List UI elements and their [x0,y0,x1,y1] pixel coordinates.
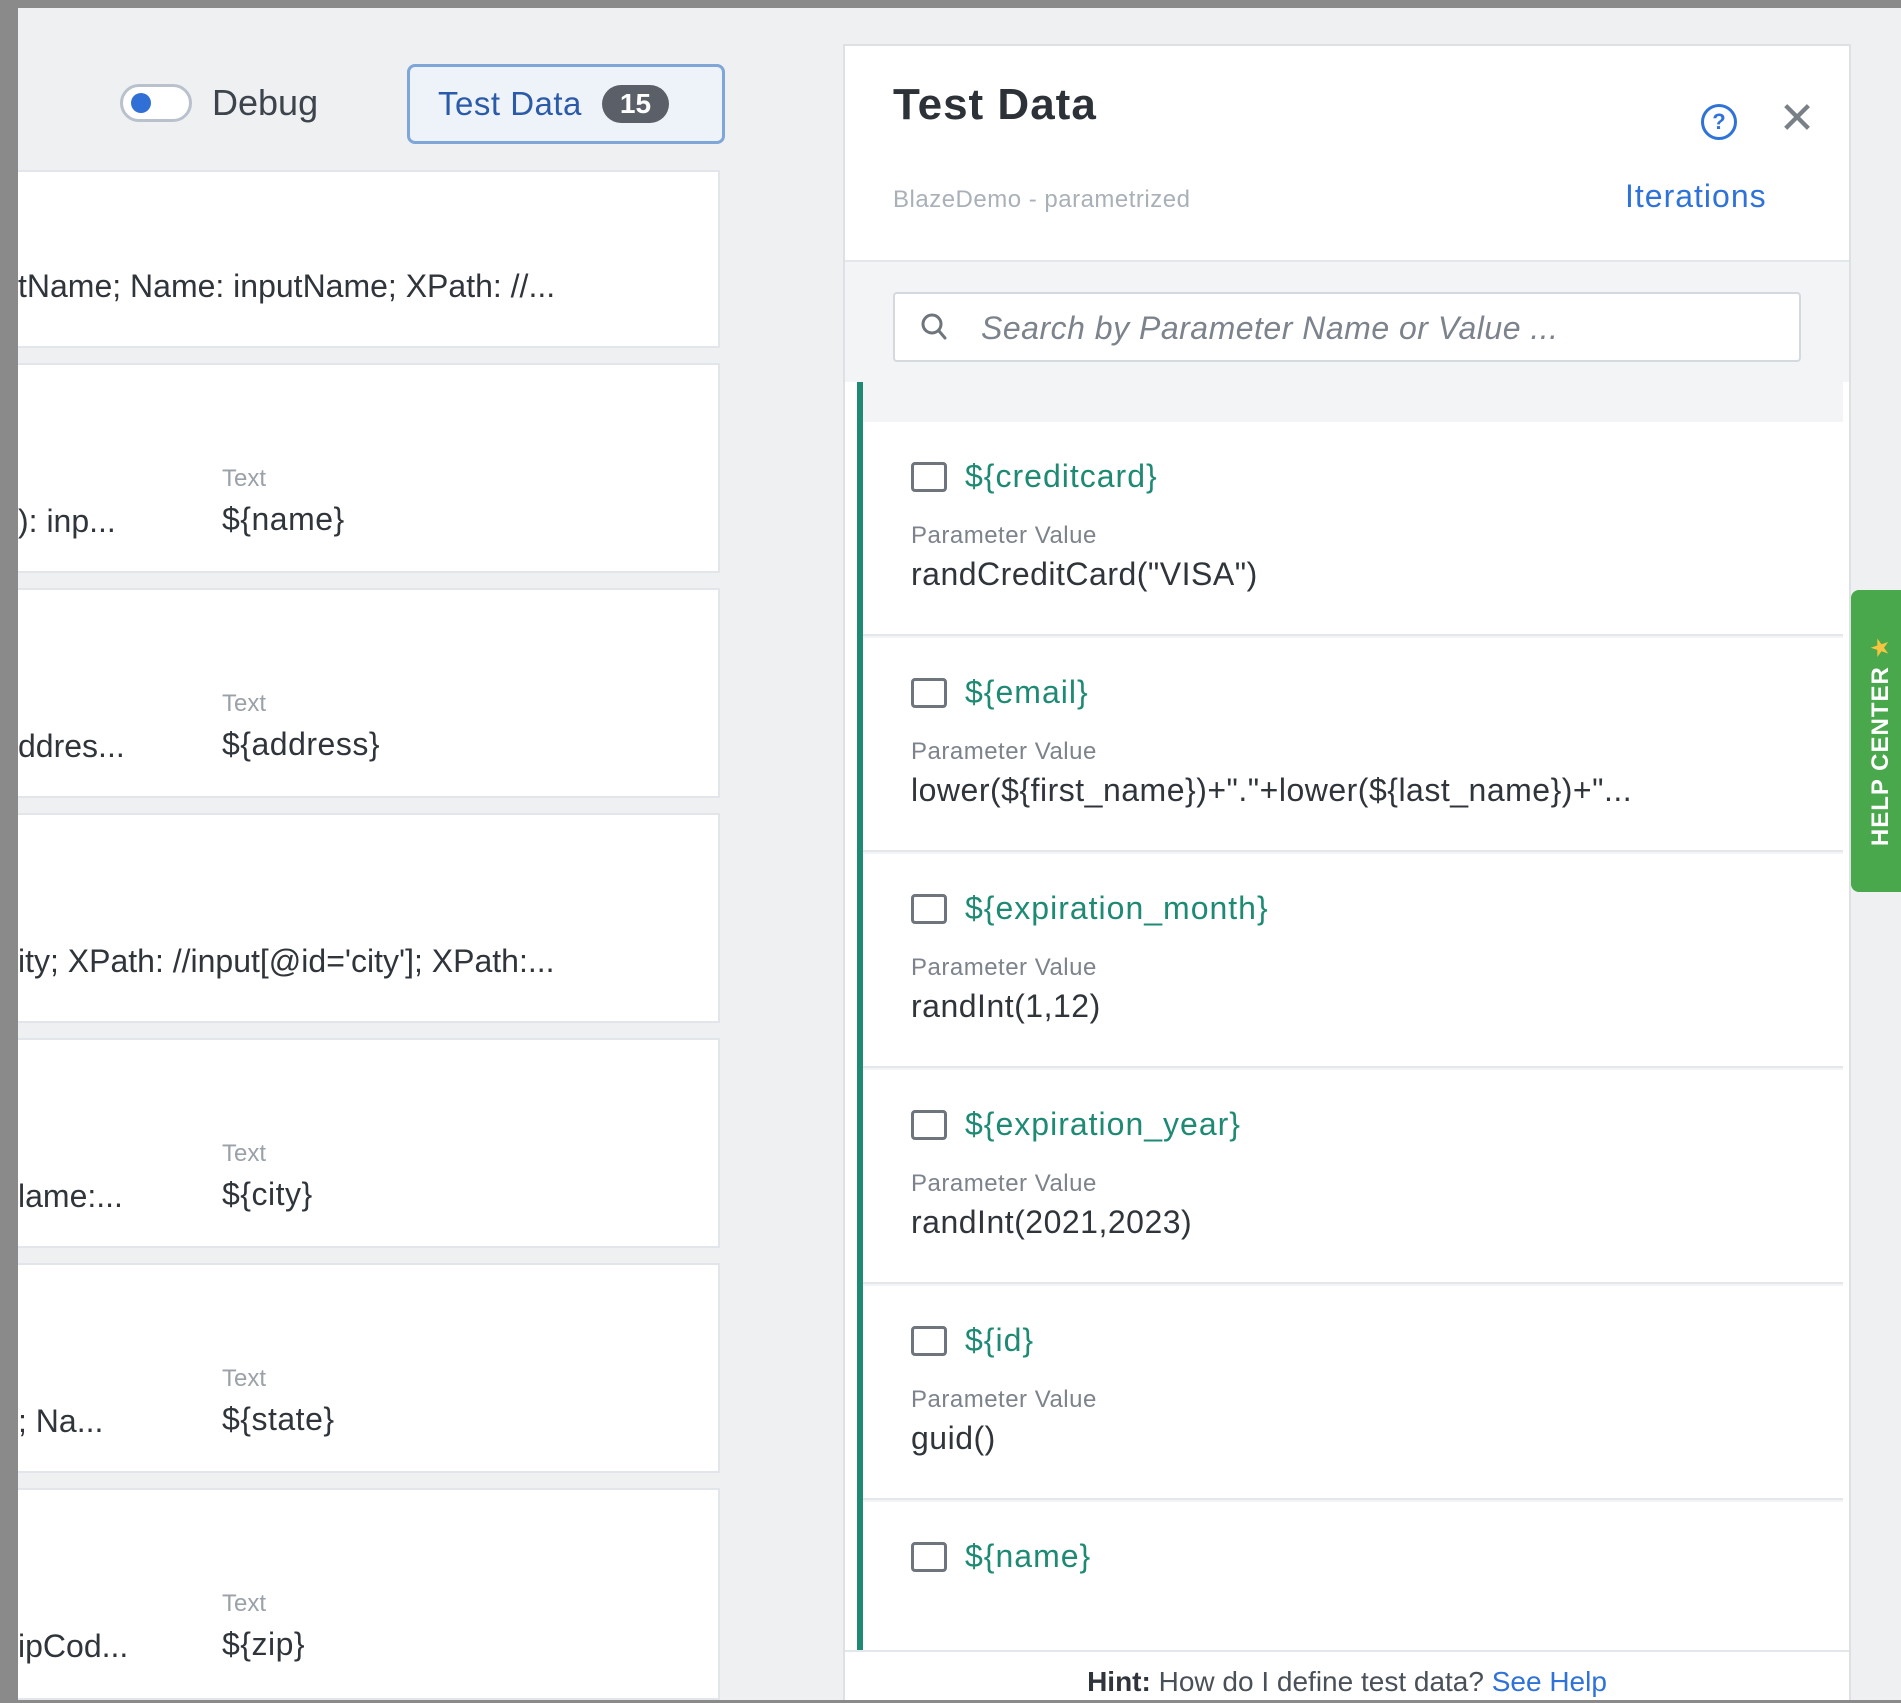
parameter-item[interactable]: ${expiration_year} Parameter Value randI… [863,1070,1843,1284]
search-box [893,292,1801,362]
debug-label: Debug [212,82,319,123]
parameter-value: randCreditCard("VISA") [911,556,1258,592]
step-locator: ddres... [18,728,125,764]
hint-text: How do I define test data? [1150,1666,1492,1697]
step-card[interactable]: ipCod... Text ${zip} [18,1488,720,1700]
search-input[interactable] [979,302,1783,354]
test-data-panel: Test Data ? ✕ BlazeDemo - parametrized I… [843,44,1851,1700]
toolbar: Debug Test Data 15 [18,8,818,168]
step-card[interactable]: lame:... Text ${city} [18,1038,720,1248]
panel-subtitle: BlazeDemo - parametrized [893,186,1191,213]
step-locator: tName; Name: inputName; XPath: //... [18,268,556,304]
parameter-name: ${creditcard} [965,458,1158,494]
panel-header: Test Data ? ✕ BlazeDemo - parametrized I… [845,46,1849,262]
parameter-name: ${id} [965,1322,1035,1358]
parameter-list[interactable]: ${creditcard} Parameter Value randCredit… [857,382,1843,1650]
test-steps-pane: Debug Test Data 15 tName; Name: inputNam… [18,8,818,1700]
parameter-item[interactable]: ${id} Parameter Value guid() [863,1286,1843,1500]
star-icon: ★ [1867,635,1894,659]
iterations-link[interactable]: Iterations [1625,178,1767,215]
step-field-value: ${state} [222,1401,335,1437]
step-field-value: ${city} [222,1176,313,1212]
parameter-checkbox[interactable] [911,462,947,492]
step-card[interactable]: ): inp... Text ${name} [18,363,720,573]
parameter-value: guid() [911,1420,996,1456]
toggle-knob [131,93,151,113]
step-field-label: Text [222,1140,267,1167]
step-field-value: ${address} [222,726,381,762]
step-field-label: Text [222,465,267,492]
step-field-label: Text [222,690,267,717]
hint-prefix: Hint: [1087,1666,1151,1697]
parameter-value: lower(${first_name})+"."+lower(${last_na… [911,772,1633,808]
help-center-label-wrap: HELP CENTER ★ [1863,590,1901,892]
parameter-name: ${expiration_year} [965,1106,1241,1142]
step-card[interactable]: ; Na... Text ${state} [18,1263,720,1473]
help-center-label: HELP CENTER [1867,666,1894,847]
search-area [845,262,1849,382]
app-window: Debug Test Data 15 tName; Name: inputNam… [18,8,1901,1700]
step-field-value: ${zip} [222,1626,306,1662]
parameter-item[interactable]: ${email} Parameter Value lower(${first_n… [863,638,1843,852]
step-card[interactable]: tName; Name: inputName; XPath: //... [18,170,720,348]
test-data-count-badge: 15 [601,85,670,123]
parameter-value-label: Parameter Value [911,738,1097,765]
step-field-label: Text [222,1590,267,1617]
parameter-checkbox[interactable] [911,894,947,924]
step-field-value: ${name} [222,501,345,537]
parameter-item[interactable]: ${name} [863,1502,1843,1650]
test-data-button-label: Test Data [438,85,582,122]
parameter-value-label: Parameter Value [911,1386,1097,1413]
step-locator: ): inp... [18,503,116,539]
search-icon [921,313,947,340]
parameter-checkbox[interactable] [911,1110,947,1140]
step-locator: lame:... [18,1178,123,1214]
parameter-name: ${email} [965,674,1089,710]
parameter-checkbox[interactable] [911,678,947,708]
step-locator: ity; XPath: //input[@id='city']; XPath:.… [18,943,555,979]
step-locator: ; Na... [18,1403,104,1439]
parameter-name: ${expiration_month} [965,890,1269,926]
debug-toggle[interactable] [120,84,192,122]
help-center-tab[interactable]: HELP CENTER ★ [1851,590,1901,892]
close-icon[interactable]: ✕ [1777,94,1817,144]
hint-bar: Hint: How do I define test data? See Hel… [845,1650,1849,1700]
step-card[interactable]: ity; XPath: //input[@id='city']; XPath:.… [18,813,720,1023]
parameter-value: randInt(2021,2023) [911,1204,1193,1240]
panel-title: Test Data [893,80,1097,129]
parameter-name: ${name} [965,1538,1092,1574]
step-locator: ipCod... [18,1628,129,1664]
parameter-checkbox[interactable] [911,1326,947,1356]
test-data-button[interactable]: Test Data 15 [407,64,725,144]
parameter-value-label: Parameter Value [911,522,1097,549]
help-icon[interactable]: ? [1701,104,1737,140]
parameter-value-label: Parameter Value [911,954,1097,981]
see-help-link[interactable]: See Help [1492,1666,1607,1697]
step-field-label: Text [222,1365,267,1392]
parameter-checkbox[interactable] [911,1542,947,1572]
step-card[interactable]: ddres... Text ${address} [18,588,720,798]
parameter-item[interactable]: ${creditcard} Parameter Value randCredit… [863,422,1843,636]
parameter-item[interactable]: ${expiration_month} Parameter Value rand… [863,854,1843,1068]
parameter-value-label: Parameter Value [911,1170,1097,1197]
parameter-value: randInt(1,12) [911,988,1101,1024]
